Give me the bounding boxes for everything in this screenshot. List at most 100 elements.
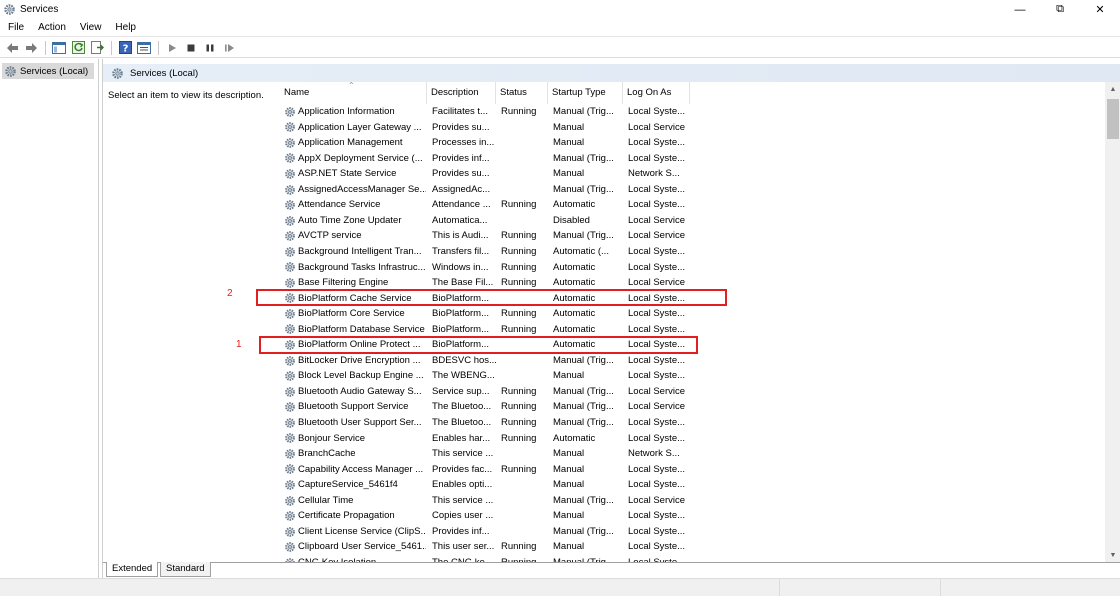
column-header-description[interactable]: Description: [427, 82, 496, 104]
minimize-button[interactable]: —: [1000, 0, 1040, 19]
cell-status: [501, 151, 547, 167]
column-header-status[interactable]: Status: [496, 82, 548, 104]
menu-view[interactable]: View: [72, 22, 108, 33]
cell-log-on-as: Local Syste...: [628, 106, 686, 117]
table-row[interactable]: AssignedAccessManager Se... AssignedAc...…: [272, 182, 1105, 198]
table-row[interactable]: Application Information Facilitates t... R…: [272, 104, 1105, 120]
table-row[interactable]: Bluetooth User Support Ser... The Bluetoo…: [272, 415, 1105, 431]
cell-description: Provides inf...: [432, 525, 490, 537]
forward-button[interactable]: [22, 40, 40, 56]
cell-status: Running: [501, 541, 537, 553]
help-button[interactable]: ?: [116, 40, 134, 56]
table-row[interactable]: Block Level Backup Engine ... The WBENG..…: [272, 368, 1105, 384]
menu-help[interactable]: Help: [107, 22, 142, 33]
cell-log-on-as: Local Syste...: [628, 245, 686, 257]
help-icon: ?: [118, 41, 132, 55]
table-row[interactable]: CNG Key Isolation The CNG ke... Running Man…: [272, 555, 1105, 562]
service-gear-icon: [285, 448, 295, 459]
view-tabs: Extended Standard: [103, 562, 1120, 578]
table-row[interactable]: Cellular Time This service ... Manual (Tri…: [272, 493, 1105, 509]
vertical-scrollbar[interactable]: ▲ ▼: [1105, 82, 1120, 562]
toolbar: ?: [0, 38, 1120, 58]
scroll-up-arrow-icon[interactable]: ▲: [1105, 82, 1120, 96]
stop-service-button[interactable]: [182, 40, 200, 56]
table-row[interactable]: ASP.NET State Service Provides su... Manua…: [272, 166, 1105, 182]
tree-item-services-local[interactable]: Services (Local): [2, 63, 94, 79]
services-gear-icon: [4, 4, 15, 15]
service-gear-icon: [285, 215, 295, 226]
table-row[interactable]: Bluetooth Support Service The Bluetoo... R…: [272, 399, 1105, 415]
table-row[interactable]: Background Intelligent Tran... Transfers …: [272, 244, 1105, 260]
cell-status: [501, 493, 547, 509]
service-name: Cellular Time: [298, 494, 354, 506]
table-row[interactable]: Client License Service (ClipS... Provides…: [272, 524, 1105, 540]
menu-action[interactable]: Action: [30, 22, 72, 33]
table-row[interactable]: Certificate Propagation Copies user ... Ma…: [272, 508, 1105, 524]
service-gear-icon: [285, 106, 295, 117]
service-gear-icon: [285, 262, 295, 273]
table-row[interactable]: Application Layer Gateway ... Provides su…: [272, 120, 1105, 136]
table-row[interactable]: CaptureService_5461f4 Enables opti... Manu…: [272, 477, 1105, 493]
table-row[interactable]: BioPlatform Core Service BioPlatform... Ru…: [272, 306, 1105, 322]
table-row[interactable]: Capability Access Manager ... Provides fa…: [272, 462, 1105, 478]
table-row[interactable]: Application Management Processes in... Man…: [272, 135, 1105, 151]
cell-name: Background Tasks Infrastruc...: [284, 260, 426, 276]
toolbar-separator: [45, 40, 46, 55]
forward-arrow-icon: [25, 42, 37, 53]
close-button[interactable]: ✕: [1080, 0, 1120, 19]
service-gear-icon: [285, 542, 295, 553]
tab-standard[interactable]: Standard: [160, 562, 211, 577]
restart-service-button[interactable]: [220, 40, 238, 56]
cell-log-on-as: Local Service: [628, 494, 686, 506]
scrollbar-thumb[interactable]: [1107, 99, 1119, 139]
cell-startup-type: Manual: [553, 448, 585, 460]
pane-title: Services (Local): [130, 67, 199, 79]
cell-status: [501, 182, 547, 198]
scroll-down-arrow-icon[interactable]: ▼: [1105, 548, 1120, 562]
cell-name: ASP.NET State Service: [284, 166, 426, 182]
table-row[interactable]: BioPlatform Database Service BioPlatform.…: [272, 322, 1105, 338]
column-header-startup-type[interactable]: Startup Type: [548, 82, 623, 104]
cell-startup-type: Manual: [553, 510, 585, 522]
cell-name: AppX Deployment Service (...: [284, 151, 426, 167]
table-row[interactable]: Auto Time Zone Updater Automatica... Disab…: [272, 213, 1105, 229]
refresh-button[interactable]: [69, 40, 87, 56]
toolbar-separator: [111, 40, 112, 55]
service-name: Bonjour Service: [298, 432, 366, 444]
cell-description: This is Audi...: [432, 230, 489, 242]
cell-status: Running: [501, 323, 537, 335]
tab-extended[interactable]: Extended: [106, 562, 159, 577]
service-name: AVCTP service: [298, 230, 362, 242]
table-row[interactable]: Attendance Service Attendance ... Running A…: [272, 197, 1105, 213]
table-row[interactable]: Background Tasks Infrastruc... Windows in…: [272, 260, 1105, 276]
svg-text:?: ?: [122, 44, 128, 55]
restore-button[interactable]: ⧉: [1040, 0, 1080, 19]
table-row[interactable]: BranchCache This service ... Manual Network…: [272, 446, 1105, 462]
service-name: Application Layer Gateway ...: [298, 121, 422, 133]
cell-name: AVCTP service: [284, 228, 426, 244]
status-segment: [781, 579, 941, 596]
service-name: Attendance Service: [298, 199, 381, 211]
cell-description: Provides su...: [432, 121, 490, 133]
table-row[interactable]: AppX Deployment Service (... Provides inf…: [272, 151, 1105, 167]
table-row[interactable]: Bonjour Service Enables har... Running Auto…: [272, 431, 1105, 447]
show-hide-console-tree-button[interactable]: [50, 40, 68, 56]
table-row[interactable]: Clipboard User Service_5461... This user …: [272, 539, 1105, 555]
menu-file[interactable]: File: [0, 22, 30, 33]
export-list-button[interactable]: [88, 40, 106, 56]
column-header-name[interactable]: Name: [280, 82, 427, 104]
cell-log-on-as: Local Syste...: [628, 525, 686, 537]
cell-startup-type: Disabled: [553, 214, 590, 226]
pause-service-button[interactable]: [201, 40, 219, 56]
service-gear-icon: [285, 153, 295, 164]
start-service-button[interactable]: [163, 40, 181, 56]
properties-button[interactable]: [135, 40, 153, 56]
cell-status: Running: [501, 230, 537, 242]
column-header-log-on-as[interactable]: Log On As: [623, 82, 690, 104]
table-row[interactable]: BitLocker Drive Encryption ... BDESVC hos…: [272, 353, 1105, 369]
table-row[interactable]: Bluetooth Audio Gateway S... Service sup.…: [272, 384, 1105, 400]
back-button[interactable]: [3, 40, 21, 56]
cell-name: CaptureService_5461f4: [284, 477, 426, 493]
cell-startup-type: Manual (Trig...: [553, 525, 614, 537]
table-row[interactable]: AVCTP service This is Audi... Running Manua…: [272, 228, 1105, 244]
